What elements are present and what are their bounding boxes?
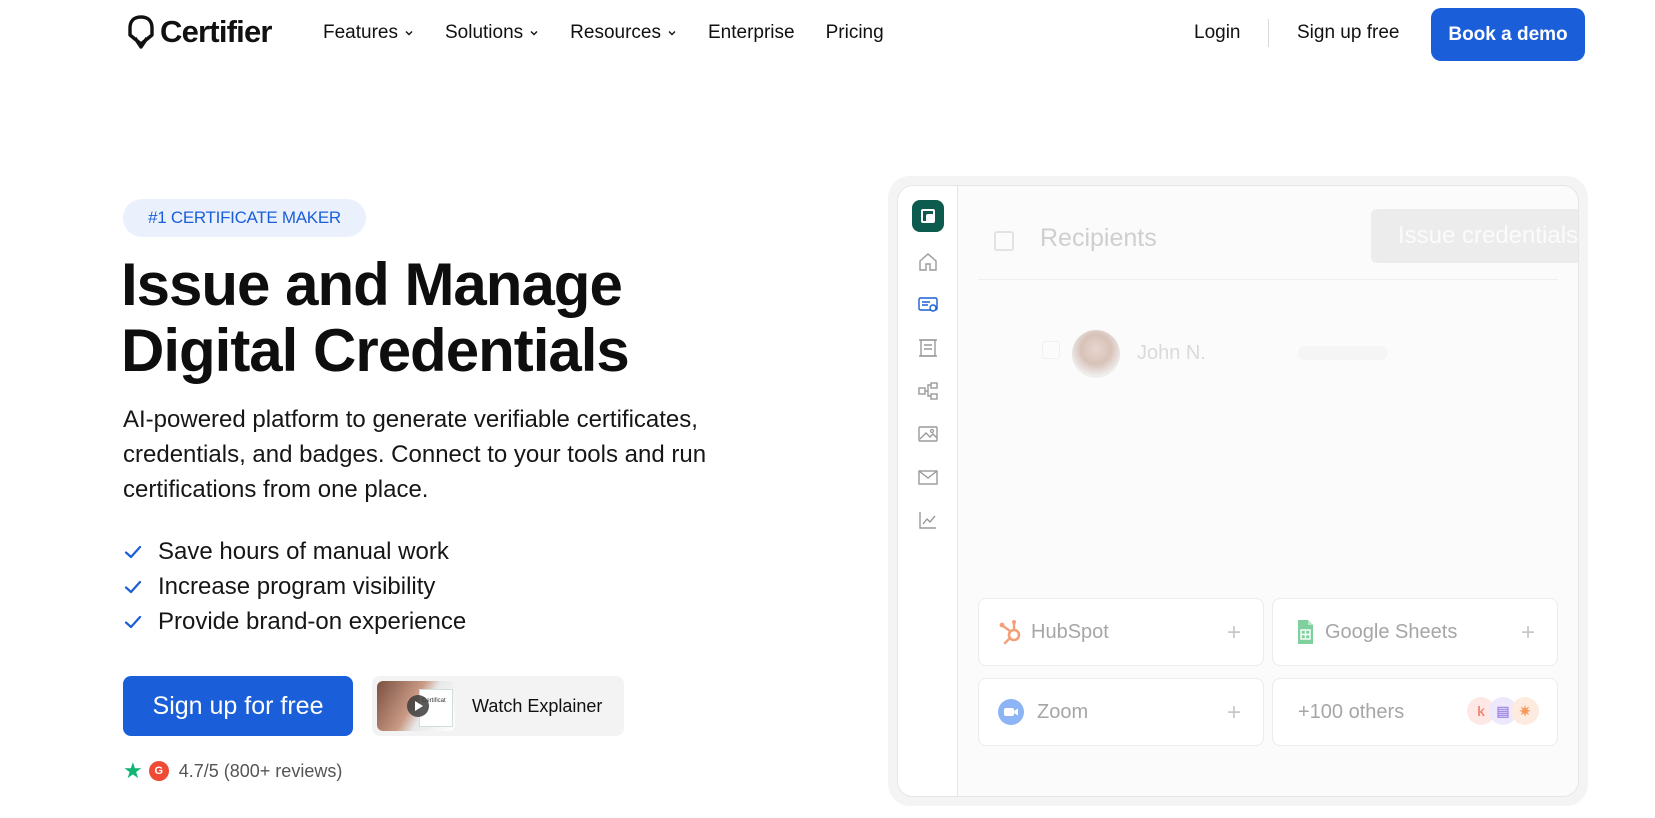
chevron-down-icon [405,31,413,36]
top-nav: Certifier Features Solutions Resources E… [0,0,1655,70]
feature-text: Save hours of manual work [158,537,449,565]
recipient-checkbox[interactable] [1042,341,1060,359]
feature-item: Increase program visibility [123,569,466,604]
check-icon [124,615,142,628]
star-icon: ★ [123,758,143,783]
explainer-thumbnail: Certificat [377,681,455,731]
hero-badge: #1 CERTIFICATE MAKER [123,199,366,237]
nav-features[interactable]: Features [323,22,414,44]
add-integration-icon[interactable]: + [1227,699,1241,727]
g2-icon: G [148,761,169,781]
nav-solutions[interactable]: Solutions [445,22,539,44]
watch-explainer-button[interactable]: Certificat Watch Explainer [372,676,624,736]
integration-zoom[interactable]: Zoom + [978,678,1264,746]
add-integration-icon[interactable]: + [1521,619,1535,647]
rating: ★ G 4.7/5 (800+ reviews) [123,758,342,784]
hubspot-icon [999,620,1021,645]
nav-enterprise-label: Enterprise [707,22,795,43]
select-all-checkbox[interactable] [994,231,1014,251]
integration-hubspot[interactable]: HubSpot + [978,598,1264,666]
feature-list: Save hours of manual work Increase progr… [123,534,466,639]
header-divider [978,279,1558,280]
nav-enterprise[interactable]: Enterprise [708,22,795,44]
chevron-down-icon [668,31,676,36]
integration-others[interactable]: +100 others k ▤ ✷ [1272,678,1558,746]
home-icon [919,253,937,271]
play-icon [407,695,429,717]
certifier-logo-icon [128,15,154,49]
nav-pricing[interactable]: Pricing [826,22,884,44]
headline-line-1: Issue and Manage [121,251,623,318]
watch-explainer-label: Watch Explainer [472,695,603,716]
logo-text: Certifier [160,14,272,49]
feature-item: Save hours of manual work [123,534,466,569]
hero-headline: Issue and Manage Digital Credentials [121,252,801,384]
nav-resources-label: Resources [570,22,661,43]
feature-text: Increase program visibility [158,572,436,600]
check-icon [124,580,142,593]
headline-line-2: Digital Credentials [121,317,630,384]
recipient-detail-placeholder [1298,346,1388,360]
certifier-logo[interactable]: Certifier [126,14,272,50]
rating-text: 4.7/5 (800+ reviews) [178,760,343,781]
add-integration-icon[interactable]: + [1227,619,1241,647]
app-preview: Recipients Issue credentials John N. Hub… [897,185,1579,797]
image-icon [918,426,938,442]
app-logo-icon [912,200,944,232]
nav-divider [1268,19,1269,47]
recipient-name: John N. [1137,342,1206,364]
feature-item: Provide brand-on experience [123,604,466,639]
book-demo-button[interactable]: Book a demo [1431,8,1585,61]
nav-features-label: Features [323,22,398,43]
app-content: Recipients Issue credentials John N. Hub… [958,186,1578,796]
check-icon [124,545,142,558]
recipients-title: Recipients [1040,224,1157,252]
credentials-icon [918,297,938,312]
avatar [1072,330,1120,378]
integration-label: HubSpot [1031,620,1109,643]
issue-credentials-button[interactable]: Issue credentials [1371,209,1578,263]
analytics-icon [919,512,936,529]
hero-subtext: AI-powered platform to generate verifiab… [123,406,707,503]
nav-pricing-label: Pricing [825,22,884,43]
signup-for-free-button[interactable]: Sign up for free [123,676,353,736]
mail-icon [918,470,938,485]
integration-label: Google Sheets [1325,620,1458,643]
google-sheets-icon [1298,620,1313,644]
login-link[interactable]: Login [1194,22,1241,44]
integration-label: Zoom [1037,700,1089,723]
zoom-icon [998,699,1024,725]
workflow-icon [918,382,938,400]
nav-links: Features Solutions Resources Enterprise … [323,22,915,44]
chevron-down-icon [530,31,538,36]
nav-solutions-label: Solutions [444,22,524,43]
zapier-icon: ✷ [1511,697,1539,725]
integration-google-sheets[interactable]: Google Sheets + [1272,598,1558,666]
templates-icon [919,339,937,357]
integration-label: +100 others [1298,700,1405,723]
app-sidebar [898,186,958,796]
others-icons: k ▤ ✷ [1467,697,1539,725]
signup-link[interactable]: Sign up free [1297,22,1399,44]
nav-resources[interactable]: Resources [570,22,677,44]
feature-text: Provide brand-on experience [158,607,467,635]
